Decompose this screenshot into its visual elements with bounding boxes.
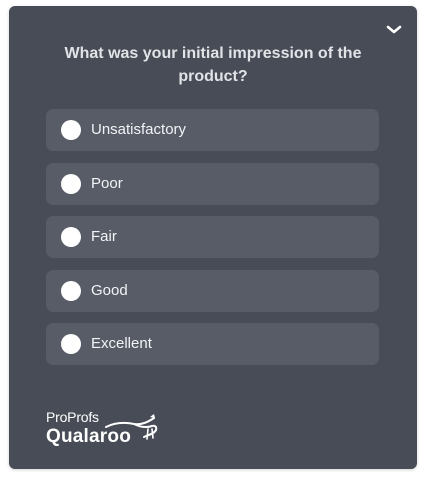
option-poor[interactable]: Poor xyxy=(46,162,379,205)
brand-line-qualaroo: Qualaroo xyxy=(46,426,132,447)
option-label: Excellent xyxy=(91,335,152,352)
proprofs-qualaroo-logo[interactable]: ProProfs Qualaroo xyxy=(46,409,176,453)
survey-question: What was your initial impression of the … xyxy=(64,45,362,85)
radio-button[interactable] xyxy=(61,120,81,140)
option-excellent[interactable]: Excellent xyxy=(46,323,379,365)
survey-widget: What was your initial impression of the … xyxy=(9,6,417,469)
option-fair[interactable]: Fair xyxy=(46,216,379,258)
option-label: Fair xyxy=(91,228,117,245)
radio-button[interactable] xyxy=(61,280,81,301)
option-label: Poor xyxy=(91,174,123,192)
brand-line-proprofs: ProProfs xyxy=(46,409,99,425)
option-good[interactable]: Good xyxy=(46,269,379,312)
option-label: Unsatisfactory xyxy=(91,121,187,138)
option-unsatisfactory[interactable]: Unsatisfactory xyxy=(46,109,379,151)
radio-button[interactable] xyxy=(61,227,81,247)
chevron-down-icon xyxy=(386,25,402,34)
option-label: Good xyxy=(91,281,128,299)
answer-options: Unsatisfactory Poor Fair Good Excellent xyxy=(46,109,379,377)
collapse-button[interactable] xyxy=(385,22,403,36)
radio-button[interactable] xyxy=(61,173,81,194)
radio-button[interactable] xyxy=(61,334,81,354)
